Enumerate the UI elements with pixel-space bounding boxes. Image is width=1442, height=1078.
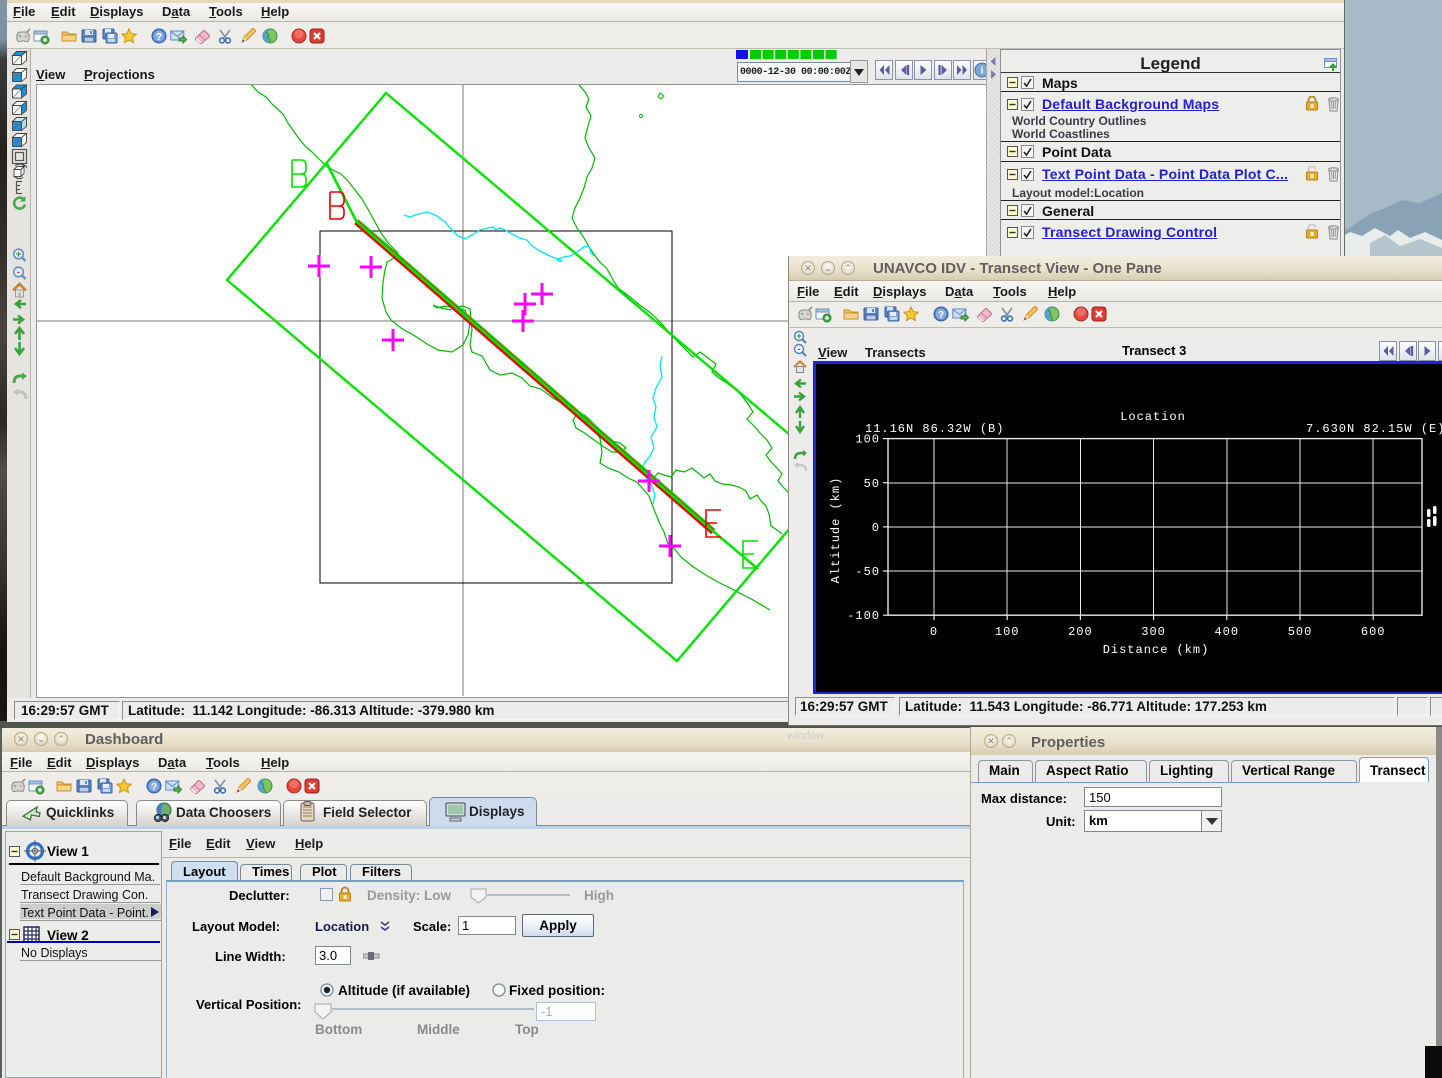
- svg-text:200: 200: [1068, 625, 1093, 639]
- svg-text:?: ?: [151, 782, 157, 793]
- svg-text:+: +: [796, 331, 801, 341]
- svg-text:0: 0: [930, 625, 938, 639]
- svg-text:0: 0: [872, 521, 880, 535]
- svg-text:+: +: [16, 249, 22, 260]
- svg-text:7.630N 82.15W (E): 7.630N 82.15W (E): [1306, 422, 1442, 436]
- svg-text:?: ?: [156, 32, 162, 43]
- svg-text:11.16N 86.32W (B): 11.16N 86.32W (B): [865, 422, 1004, 436]
- svg-text:Distance (km): Distance (km): [1103, 643, 1210, 657]
- svg-text:-50: -50: [855, 565, 880, 579]
- svg-text:100: 100: [995, 625, 1020, 639]
- svg-text:50: 50: [864, 477, 880, 491]
- svg-text:600: 600: [1361, 625, 1386, 639]
- svg-text:?: ?: [938, 310, 944, 321]
- svg-text:300: 300: [1141, 625, 1166, 639]
- svg-text:-100: -100: [847, 609, 880, 623]
- svg-text:Altitude (km): Altitude (km): [829, 477, 843, 584]
- svg-text:400: 400: [1214, 625, 1239, 639]
- svg-text:-: -: [17, 267, 20, 278]
- svg-text:i: i: [981, 66, 984, 77]
- svg-text:500: 500: [1288, 625, 1313, 639]
- svg-text:Location: Location: [1120, 410, 1186, 424]
- svg-text:-: -: [798, 344, 801, 354]
